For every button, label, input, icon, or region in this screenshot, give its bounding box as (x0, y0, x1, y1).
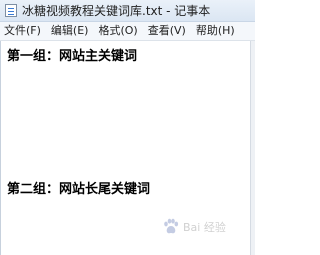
title-bar[interactable]: 冰糖视频教程关键词库.txt - 记事本 (0, 0, 255, 22)
scrollbar-edge[interactable] (250, 41, 255, 255)
notepad-icon (5, 4, 17, 17)
menu-edit[interactable]: 编辑(E) (46, 22, 94, 40)
notepad-window: 冰糖视频教程关键词库.txt - 记事本 文件(F) 编辑(E) 格式(O) 查… (0, 0, 255, 255)
baidu-watermark: Bai 经验 (162, 218, 226, 236)
paw-icon (162, 218, 180, 236)
menu-help[interactable]: 帮助(H) (191, 22, 240, 40)
menu-view[interactable]: 查看(V) (143, 22, 191, 40)
menu-format[interactable]: 格式(O) (93, 22, 142, 40)
text-line-group-2: 第二组：网站长尾关键词 (7, 182, 151, 197)
watermark-text: Bai 经验 (183, 221, 226, 234)
menu-file[interactable]: 文件(F) (0, 22, 46, 40)
text-line-group-1: 第一组：网站主关键词 (7, 49, 138, 64)
menu-bar: 文件(F) 编辑(E) 格式(O) 查看(V) 帮助(H) (0, 22, 255, 41)
window-title: 冰糖视频教程关键词库.txt - 记事本 (22, 4, 211, 18)
